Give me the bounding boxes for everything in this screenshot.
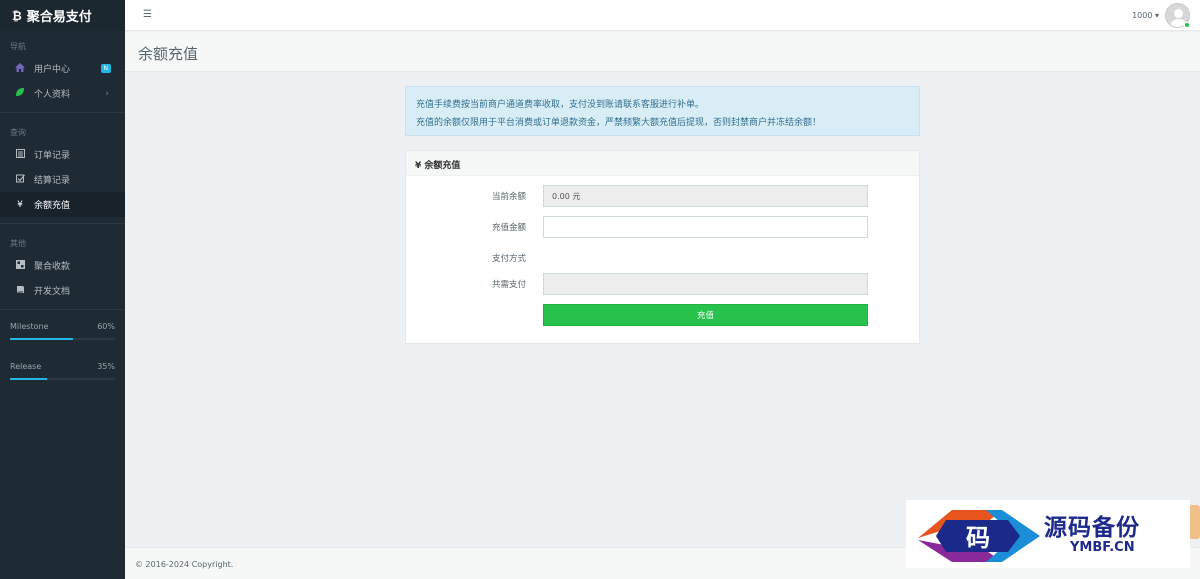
sidebar-item-label: 结算记录 [34, 176, 71, 186]
sidebar-item-recharge[interactable]: ¥ 余额充值 [0, 192, 125, 217]
watermark-logo-char: 码 [966, 523, 990, 552]
progress-track [10, 378, 115, 380]
sidebar-item-label: 聚合收款 [34, 262, 71, 272]
sidebar-item-label: 个人资料 [34, 90, 71, 100]
total-row: 共需支付 [406, 273, 921, 295]
copyright: © 2016-2024 Copyright. [135, 560, 234, 569]
total-field [543, 273, 868, 295]
nav-section-title: 其他 [10, 239, 26, 248]
method-row: 支付方式 [406, 247, 921, 269]
watermark-subtitle: YMBF.CN [1070, 540, 1135, 555]
divider [0, 112, 125, 113]
recharge-panel: ¥ 余额充值 当前余额 充值金额 支付方式 共需支付 充值 [405, 150, 920, 344]
sidebar: ₿ 聚合易支付 导航 用户中心 N 个人资料 › 查询 订单记录 结算记录 ¥ … [0, 0, 125, 579]
progress-bar [10, 378, 47, 380]
sidebar-item-label: 订单记录 [34, 151, 71, 161]
sidebar-item-settlements[interactable]: 结算记录 [0, 167, 125, 192]
yen-icon: ¥ [17, 199, 23, 210]
progress-milestone: Milestone 60% [0, 314, 125, 340]
progress-value: 35% [97, 362, 115, 371]
list-icon [14, 148, 26, 161]
sidebar-item-label: 用户中心 [34, 65, 71, 75]
new-badge: N [100, 64, 111, 73]
amount-row: 充值金额 [406, 216, 921, 238]
avatar-head [1174, 9, 1183, 18]
progress-track [10, 338, 115, 340]
amount-label: 充值金额 [491, 223, 526, 233]
leaf-icon [14, 87, 26, 100]
brand-name: 聚合易支付 [26, 10, 92, 25]
divider [0, 223, 125, 224]
progress-label: Milestone [10, 322, 49, 331]
recharge-notice: 充值手续费按当前商户通道费率收取，支付没到账请联系客服进行补单。 充值的余额仅限… [405, 86, 920, 136]
recharge-button[interactable]: 充值 [543, 304, 868, 326]
title-bar: 余额充值 [125, 32, 1200, 72]
balance-row: 当前余额 [406, 185, 921, 207]
user-menu[interactable]: 1000 ▾ [1132, 3, 1190, 28]
user-name[interactable]: 1000 ▾ [1132, 11, 1159, 20]
notice-line: 充值的余额仅限用于平台消费或订单退款资金，严禁频繁大额充值后提现，否则封禁商户并… [416, 118, 822, 128]
sidebar-item-profile[interactable]: 个人资料 › [0, 81, 125, 106]
bitcoin-icon: ₿ [12, 8, 22, 23]
sidebar-item-aggregate-payment[interactable]: 聚合收款 [0, 253, 125, 278]
panel-heading: ¥ 余额充值 [406, 151, 919, 176]
total-label: 共需支付 [491, 280, 526, 290]
watermark-title: 源码备份 [1044, 514, 1140, 541]
notice-line: 充值手续费按当前商户通道费率收取，支付没到账请联系客服进行补单。 [416, 100, 705, 110]
hamburger-icon[interactable]: ☰ [143, 9, 152, 20]
watermark-logo: 码 [918, 510, 1040, 562]
progress-release: Release 35% [0, 354, 125, 380]
sidebar-item-user-center[interactable]: 用户中心 N [0, 56, 125, 81]
progress-value: 60% [97, 322, 115, 331]
nav-section-title: 导航 [10, 42, 26, 51]
watermark-edge [1190, 505, 1200, 539]
online-status-icon [1184, 22, 1190, 28]
sidebar-item-label: 开发文档 [34, 287, 71, 297]
watermark: 码 源码备份 YMBF.CN [906, 500, 1190, 568]
top-header: ☰ 1000 ▾ [125, 0, 1200, 31]
sidebar-item-label: 余额充值 [34, 201, 71, 211]
book-icon [14, 285, 26, 297]
nav-section-title: 查询 [10, 128, 26, 137]
balance-field [543, 185, 868, 207]
sidebar-item-orders[interactable]: 订单记录 [0, 142, 125, 167]
checkbox-icon [14, 174, 26, 186]
brand[interactable]: ₿ 聚合易支付 [0, 0, 125, 31]
sidebar-item-dev-docs[interactable]: 开发文档 [0, 278, 125, 303]
progress-label: Release [10, 362, 42, 371]
payment-method-label: 支付方式 [491, 254, 526, 264]
amount-input[interactable] [543, 216, 868, 238]
page-title: 余额充值 [138, 45, 199, 63]
progress-bar [10, 338, 73, 340]
divider [0, 309, 125, 310]
home-icon [14, 62, 26, 75]
balance-label: 当前余额 [491, 192, 526, 202]
qrcode-icon [14, 259, 26, 272]
chevron-right-icon: › [105, 88, 109, 99]
